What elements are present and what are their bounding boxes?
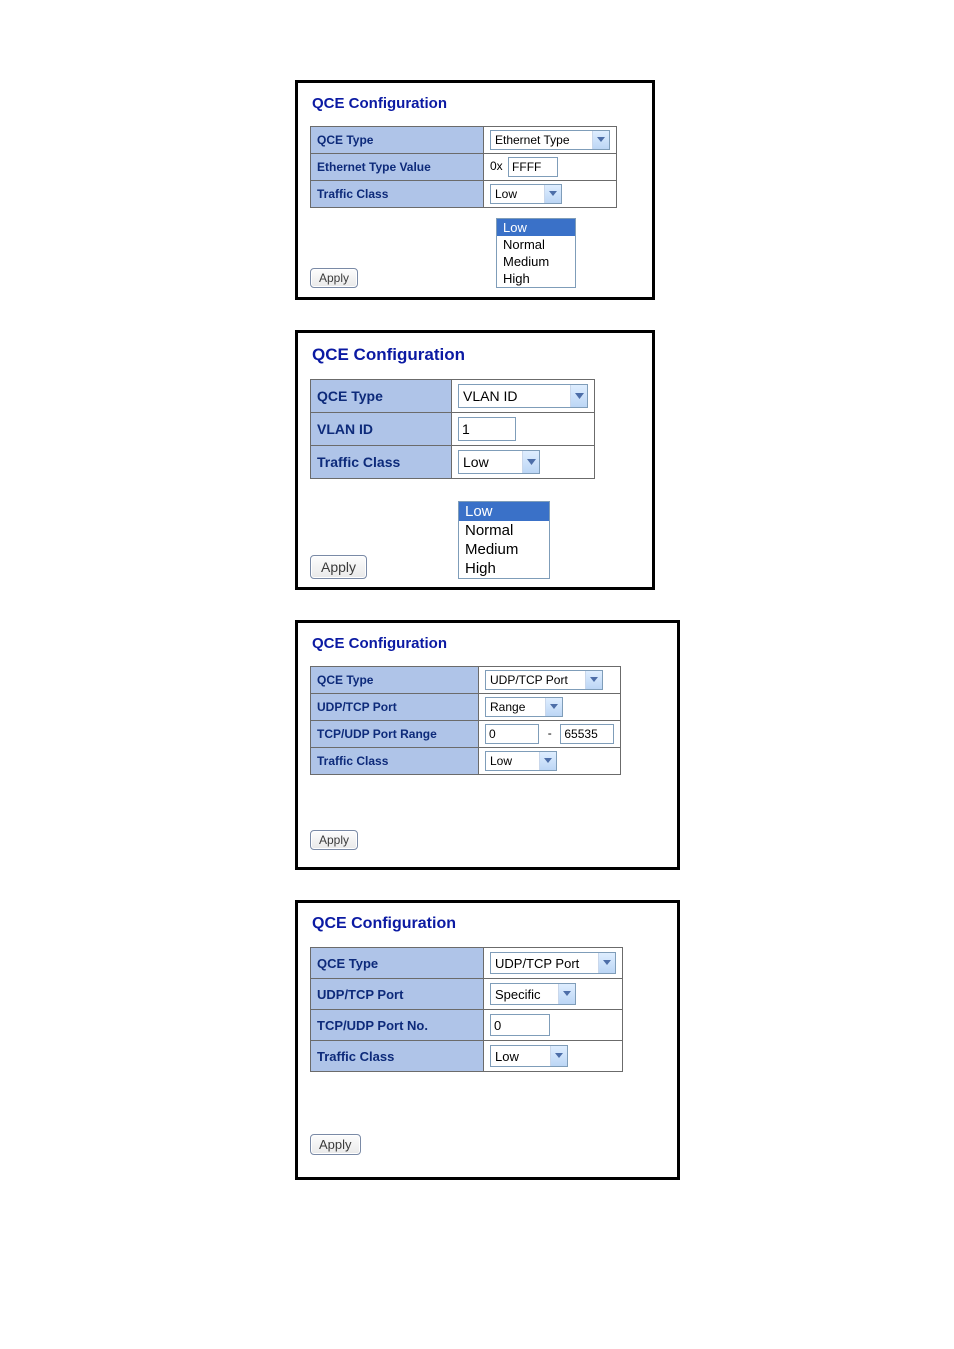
label-eth-type-value: Ethernet Type Value [311,154,484,181]
chevron-down-icon [522,451,539,473]
chevron-down-icon [545,698,562,716]
traffic-class-value: Low [491,1046,550,1066]
port-range-high-input[interactable]: 65535 [560,724,614,744]
label-port-no: TCP/UDP Port No. [311,1010,484,1041]
apply-button[interactable]: Apply [310,555,367,579]
panel-title: QCE Configuration [312,345,640,365]
qce-type-select[interactable]: UDP/TCP Port [490,952,616,974]
label-qce-type: QCE Type [311,948,484,979]
eth-type-input[interactable]: FFFF [508,157,558,177]
chevron-down-icon [558,984,575,1004]
traffic-class-select[interactable]: Low [490,184,562,204]
label-traffic-class: Traffic Class [311,446,452,479]
chevron-down-icon [570,385,587,407]
apply-button[interactable]: Apply [310,268,358,288]
traffic-class-listbox[interactable]: Low Normal Medium High [458,501,550,579]
qce-type-value: UDP/TCP Port [486,671,585,689]
qce-type-value: VLAN ID [459,385,570,407]
label-qce-type: QCE Type [311,667,479,694]
panel-title: QCE Configuration [312,915,665,933]
traffic-class-select[interactable]: Low [490,1045,568,1067]
label-traffic-class: Traffic Class [311,748,479,775]
option-high[interactable]: High [497,270,575,287]
apply-button[interactable]: Apply [310,830,358,850]
option-normal[interactable]: Normal [497,236,575,253]
chevron-down-icon [539,752,556,770]
apply-button[interactable]: Apply [310,1134,361,1155]
udp-tcp-port-value: Specific [491,984,558,1004]
option-low[interactable]: Low [497,219,575,236]
label-udp-tcp-port: UDP/TCP Port [311,694,479,721]
vlan-id-input[interactable]: 1 [458,417,516,441]
range-separator: - [548,726,552,740]
config-table: QCE Type VLAN ID VLAN ID 1 Traffic [310,379,595,479]
port-no-input[interactable]: 0 [490,1014,550,1036]
udp-tcp-port-select[interactable]: Specific [490,983,576,1005]
qce-type-value: Ethernet Type [491,131,592,149]
chevron-down-icon [598,953,615,973]
traffic-class-select[interactable]: Low [458,450,540,474]
traffic-class-select[interactable]: Low [485,751,557,771]
udp-tcp-port-value: Range [486,698,545,716]
label-traffic-class: Traffic Class [311,181,484,208]
label-qce-type: QCE Type [311,380,452,413]
panel-title: QCE Configuration [312,635,665,652]
option-normal[interactable]: Normal [459,521,549,540]
port-range-low-input[interactable]: 0 [485,724,539,744]
chevron-down-icon [592,131,609,149]
chevron-down-icon [585,671,602,689]
option-medium[interactable]: Medium [459,540,549,559]
config-table: QCE Type UDP/TCP Port UDP/TCP Port Speci… [310,947,623,1072]
qce-type-select[interactable]: VLAN ID [458,384,588,408]
qce-panel-port-specific: QCE Configuration QCE Type UDP/TCP Port … [295,900,680,1180]
hex-prefix: 0x [490,159,505,173]
chevron-down-icon [544,185,561,203]
qce-type-value: UDP/TCP Port [491,953,598,973]
traffic-class-value: Low [459,451,522,473]
panel-title: QCE Configuration [312,95,640,112]
label-udp-tcp-port: UDP/TCP Port [311,979,484,1010]
chevron-down-icon [550,1046,567,1066]
label-port-range: TCP/UDP Port Range [311,721,479,748]
traffic-class-value: Low [486,752,539,770]
option-low[interactable]: Low [459,502,549,521]
udp-tcp-port-select[interactable]: Range [485,697,563,717]
config-table: QCE Type Ethernet Type Ethernet Type Val… [310,126,617,208]
option-high[interactable]: High [459,559,549,578]
qce-type-select[interactable]: UDP/TCP Port [485,670,603,690]
qce-panel-port-range: QCE Configuration QCE Type UDP/TCP Port … [295,620,680,870]
qce-panel-vlan: QCE Configuration QCE Type VLAN ID VLAN … [295,330,655,590]
config-table: QCE Type UDP/TCP Port UDP/TCP Port Range [310,666,621,775]
traffic-class-listbox[interactable]: Low Normal Medium High [496,218,576,288]
label-traffic-class: Traffic Class [311,1041,484,1072]
qce-type-select[interactable]: Ethernet Type [490,130,610,150]
label-qce-type: QCE Type [311,127,484,154]
option-medium[interactable]: Medium [497,253,575,270]
traffic-class-value: Low [491,185,544,203]
qce-panel-ethernet: QCE Configuration QCE Type Ethernet Type… [295,80,655,300]
label-vlan-id: VLAN ID [311,413,452,446]
